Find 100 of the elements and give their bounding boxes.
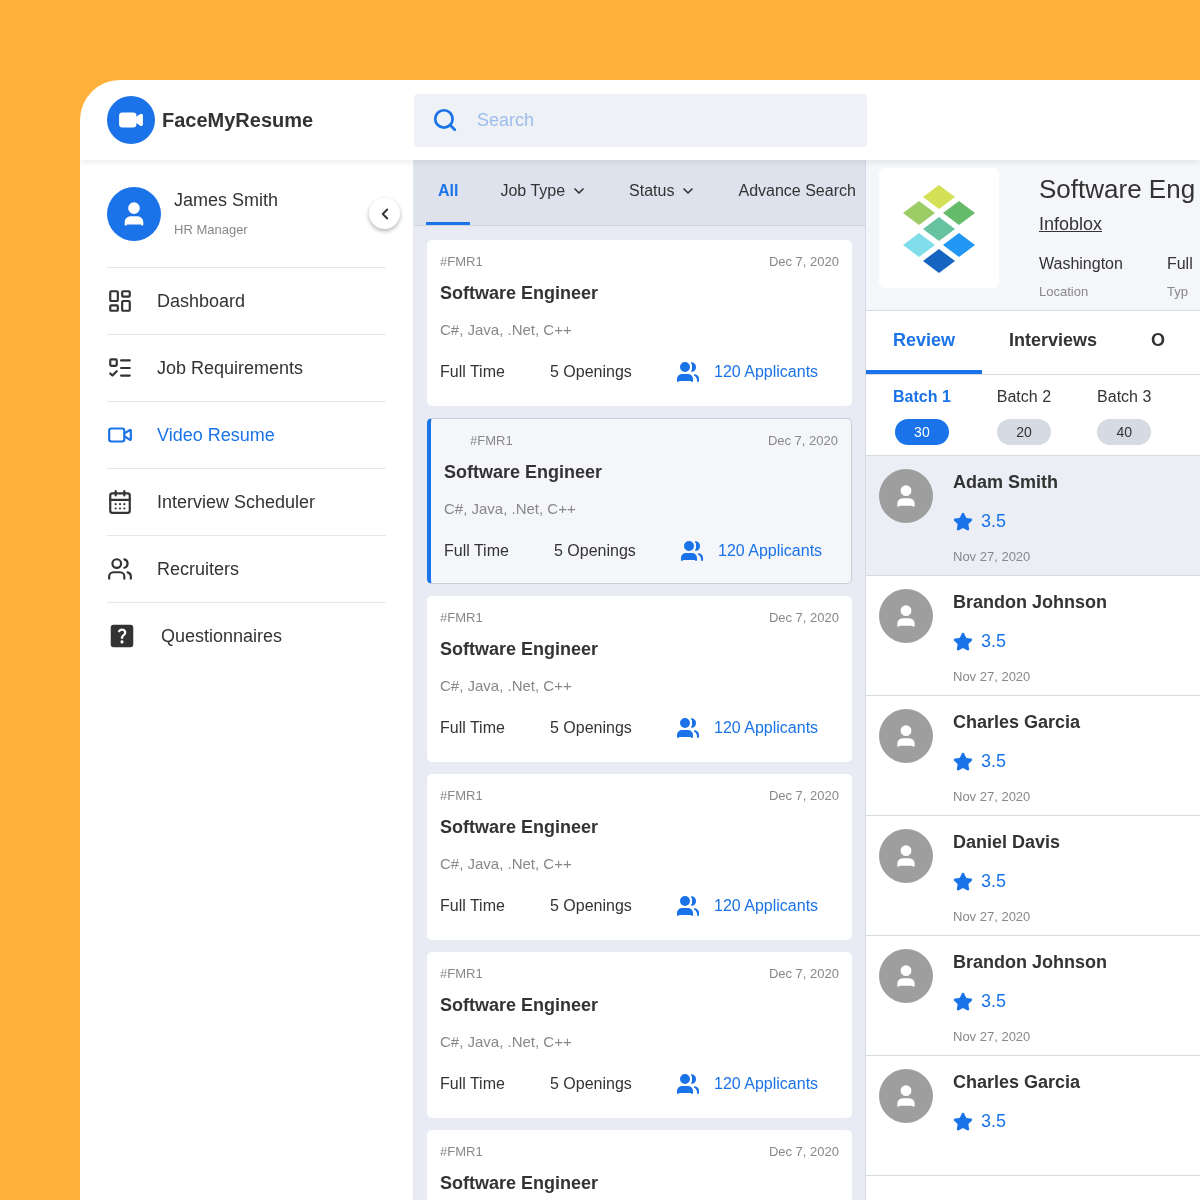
nav-item[interactable]: Video Resume [107,401,386,468]
job-card[interactable]: #FMR1 Dec 7, 2020 Software Engineer C#, Java, .Net, C++ Full Time 5 Openings 120 Applicants [427,418,852,584]
avatar [879,1069,933,1123]
candidate-date: Nov 27, 2020 [953,668,1031,686]
nav-item[interactable]: Interview Scheduler [107,468,386,535]
candidate-date: Nov 27, 2020 [953,1028,1031,1046]
job-type: Full Time [440,361,506,382]
nav-item[interactable]: Questionnaires [107,602,386,669]
rating: 3.5 [981,990,1007,1013]
nav-item[interactable]: Job Requirements [107,334,386,401]
job-openings: 5 Openings [554,540,637,561]
detail-tab[interactable]: O [1124,311,1193,374]
star-icon [953,991,973,1012]
rating: 3.5 [981,630,1007,653]
job-type: Full Time [440,717,506,738]
group-icon [676,1071,700,1096]
fact-label: Location [1039,283,1090,301]
batch-count: 30 [894,419,949,445]
search-icon [432,106,458,133]
job-code: #FMR1 [440,254,483,269]
applicants-link[interactable]: 120 Applicants [714,359,819,384]
search-field[interactable]: Search [414,93,867,147]
applicants-link[interactable]: 120 Applicants [714,1071,819,1096]
candidate-name: Daniel Davis [953,831,1061,854]
group-icon [676,715,700,740]
candidate-name: Brandon Johnson [953,951,1107,974]
job-openings: 5 Openings [550,361,633,382]
avatar [879,589,933,643]
fact-value: Washington [1039,254,1123,274]
group-icon [676,359,700,384]
job-title: Software Engineer [440,1172,599,1195]
job-code: #FMR1 [440,1144,483,1159]
job-detail-title: Software Eng [1039,173,1196,206]
job-card[interactable]: #FMR1 Dec 7, 2020 Software Engineer [427,1130,852,1200]
group-icon [680,538,704,563]
group-icon [676,893,700,918]
calendar-icon [107,489,133,515]
nav-item[interactable]: Recruiters [107,535,386,602]
star-icon [953,1111,973,1132]
job-title: Software Engineer [440,638,599,661]
detail-tab[interactable]: Interviews [982,311,1125,374]
batch-count: 20 [996,419,1051,445]
avatar [879,469,933,523]
company-link[interactable]: Infoblox [1039,211,1103,238]
job-date: Dec 7, 2020 [768,966,839,981]
user-name: James Smith [174,189,279,213]
logo-icon [107,96,155,144]
rating: 3.5 [981,1110,1007,1133]
batch-tab[interactable]: Batch 1 [893,385,951,409]
job-date: Dec 7, 2020 [768,254,839,269]
star-icon [953,511,973,532]
user-role: HR Manager [174,221,249,240]
fact-label: Typ [1166,283,1189,301]
job-date: Dec 7, 2020 [768,610,839,625]
job-openings: 5 Openings [550,1073,633,1094]
job-title: Software Engineer [440,816,599,839]
job-title: Software Engineer [440,994,599,1017]
detail-tab[interactable]: Review [866,311,983,374]
filter-tab[interactable]: Job Type [488,160,600,225]
job-date: Dec 7, 2020 [768,1144,839,1159]
job-skills: C#, Java, .Net, C++ [440,854,572,874]
applicants-link[interactable]: 120 Applicants [718,538,823,563]
job-card[interactable]: #FMR1 Dec 7, 2020 Software Engineer C#, Java, .Net, C++ Full Time 5 Openings 120 Applicants [427,952,852,1118]
avatar [879,829,933,883]
nav-item[interactable]: Dashboard [107,267,386,334]
dashboard-icon [107,288,133,314]
job-card[interactable]: #FMR1 Dec 7, 2020 Software Engineer C#, Java, .Net, C++ Full Time 5 Openings 120 Applicants [427,774,852,940]
batch-tab[interactable]: Batch 2 [996,385,1052,409]
applicants-link[interactable]: 120 Applicants [714,893,819,918]
filter-tab[interactable]: Status [617,160,709,225]
job-type: Full Time [440,895,506,916]
rating: 3.5 [981,870,1007,893]
fact-value: Full [1166,254,1193,274]
job-code: #FMR1 [440,788,483,803]
candidate-name: Charles Garcia [953,711,1081,734]
batch-tab[interactable]: Batch 3 [1097,385,1152,409]
job-card[interactable]: #FMR1 Dec 7, 2020 Software Engineer C#, Java, .Net, C++ Full Time 5 Openings 120 Applicants [427,596,852,762]
job-type: Full Time [444,540,510,561]
star-icon [953,751,973,772]
job-code: #FMR1 [440,610,483,625]
candidate-row[interactable]: Adam Smith 3.5 Nov 27, 2020 [866,456,1200,576]
job-card[interactable]: #FMR1 Dec 7, 2020 Software Engineer C#, Java, .Net, C++ Full Time 5 Openings 120 Applicants [427,240,852,406]
avatar [879,949,933,1003]
job-openings: 5 Openings [550,717,633,738]
job-skills: C#, Java, .Net, C++ [440,320,572,340]
star-icon [953,631,973,652]
filter-tab[interactable]: Advance Search [726,160,868,225]
collapse-button[interactable] [369,198,400,229]
avatar [879,709,933,763]
job-skills: C#, Java, .Net, C++ [440,676,572,696]
batch-count: 40 [1097,419,1152,445]
star-icon [953,871,973,892]
candidate-name: Charles Garcia [953,1071,1081,1094]
avatar [107,186,161,241]
job-title: Software Engineer [444,461,603,484]
candidate-date: Nov 27, 2020 [953,548,1031,566]
applicants-link[interactable]: 120 Applicants [714,715,819,740]
people-icon [107,556,133,582]
candidate-name: Brandon Johnson [953,591,1107,614]
job-date: Dec 7, 2020 [768,788,839,803]
